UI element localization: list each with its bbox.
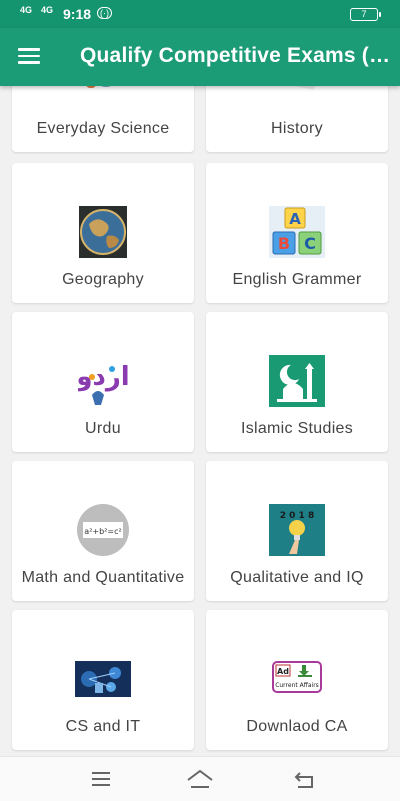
signal-4g-indicator-2: 4G xyxy=(41,5,54,15)
card-history[interactable]: History xyxy=(206,86,388,152)
card-label: Math and Quantitative xyxy=(21,569,185,586)
card-geography[interactable]: Geography xyxy=(12,163,194,303)
card-qualitative-iq[interactable]: 2 0 1 8 Qualitative and IQ xyxy=(206,461,388,601)
card-label: Everyday Science xyxy=(36,120,170,137)
current-affairs-text: Current Affairs xyxy=(275,682,319,689)
hotspot-icon: (·) xyxy=(97,7,112,19)
card-label: English Grammer xyxy=(232,271,362,288)
hamburger-menu-icon[interactable] xyxy=(14,44,44,70)
science-icon xyxy=(82,86,124,90)
card-label: Downlaod CA xyxy=(246,718,348,735)
card-everyday-science[interactable]: Everyday Science xyxy=(12,86,194,152)
card-math-quantitative[interactable]: a²+b²=c² Math and Quantitative xyxy=(12,461,194,601)
home-icon[interactable] xyxy=(185,767,215,791)
current-affairs-icon: Ad Current Affairs xyxy=(272,661,322,693)
card-label: Urdu xyxy=(85,420,121,437)
card-english-grammar[interactable]: A B C English Grammer xyxy=(206,163,388,303)
card-urdu[interactable]: اردو Urdu xyxy=(12,312,194,452)
block-letter-c: C xyxy=(304,234,316,253)
block-letter-b: B xyxy=(278,234,290,253)
network-icon xyxy=(75,661,131,697)
year-text: 2 0 1 8 xyxy=(280,511,314,521)
globe-icon xyxy=(79,206,127,258)
card-label: Geography xyxy=(62,271,144,288)
mosque-icon xyxy=(269,355,325,407)
recent-apps-icon[interactable] xyxy=(86,767,116,791)
status-bar: 4G 4G 9:18 (·) 7 xyxy=(0,0,400,28)
system-nav-bar xyxy=(0,756,400,801)
urdu-text: اردو xyxy=(78,362,128,392)
abc-blocks-icon: A B C xyxy=(269,206,325,258)
card-label: History xyxy=(271,120,323,137)
card-islamic-studies[interactable]: Islamic Studies xyxy=(206,312,388,452)
signal-4g-indicator: 4G xyxy=(20,5,33,15)
status-time: 9:18 xyxy=(63,6,92,22)
card-download-ca[interactable]: Ad Current Affairs Downlaod CA xyxy=(206,610,388,750)
back-icon[interactable] xyxy=(290,767,320,791)
urdu-calligraphy-icon: اردو xyxy=(74,355,130,407)
app-bar: Qualify Competitive Exams (N... xyxy=(0,28,400,86)
app-title: Qualify Competitive Exams (N... xyxy=(80,44,395,67)
block-letter-a: A xyxy=(289,210,301,228)
book-icon xyxy=(274,86,320,92)
card-label: CS and IT xyxy=(65,718,141,735)
card-cs-it[interactable]: CS and IT xyxy=(12,610,194,750)
formula-icon: a²+b²=c² xyxy=(75,504,131,556)
card-label: Islamic Studies xyxy=(240,420,354,437)
battery-icon: 7 xyxy=(350,8,381,21)
lightbulb-icon: 2 0 1 8 xyxy=(269,504,325,556)
formula-text: a²+b²=c² xyxy=(84,527,121,536)
category-grid: Everyday Science History Geography A B C… xyxy=(0,86,400,756)
ad-text: Ad xyxy=(277,667,289,676)
card-label: Qualitative and IQ xyxy=(230,569,364,586)
